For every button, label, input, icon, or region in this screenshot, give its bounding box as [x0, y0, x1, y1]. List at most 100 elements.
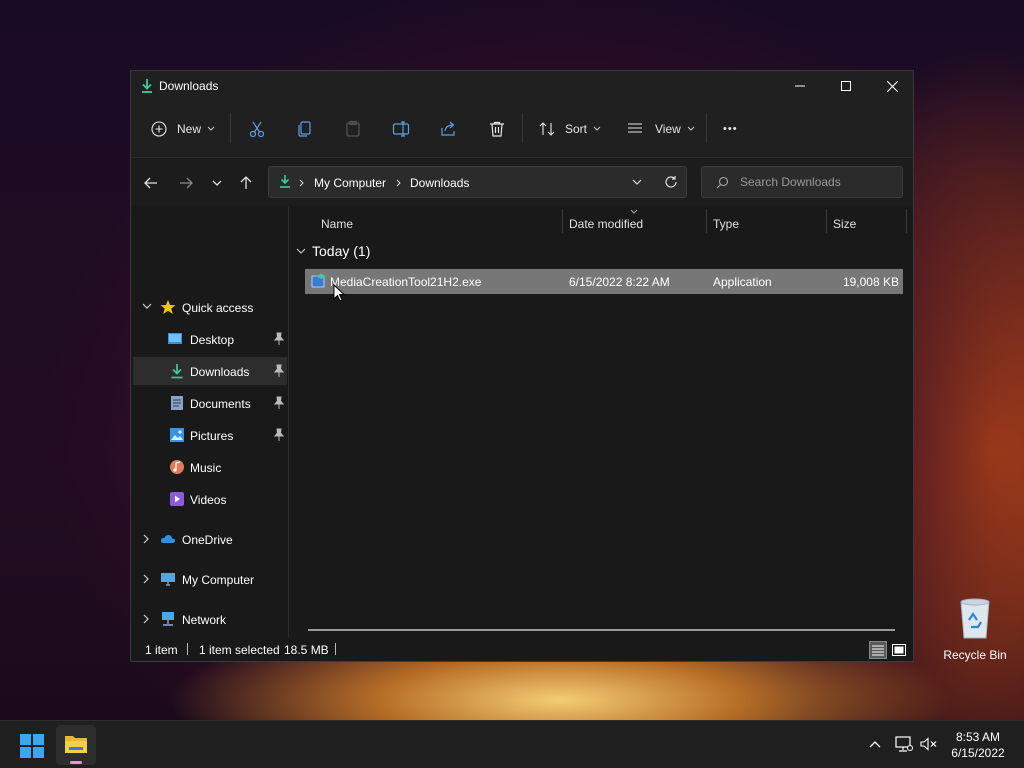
column-header-name[interactable]: Name	[321, 217, 353, 231]
sidebar-item-pictures[interactable]: Pictures	[133, 421, 287, 449]
minimize-button[interactable]	[777, 71, 823, 101]
chevron-down-icon	[687, 126, 695, 131]
sidebar-item-my-computer[interactable]: My Computer	[133, 565, 287, 593]
folder-icon	[65, 736, 87, 753]
recycle-bin-shortcut[interactable]: Recycle Bin	[942, 596, 1008, 662]
search-box[interactable]	[701, 166, 903, 198]
chevron-down-icon[interactable]	[632, 179, 642, 186]
column-divider[interactable]	[906, 209, 907, 233]
sidebar-item-music[interactable]: Music	[133, 453, 287, 481]
close-icon	[886, 80, 898, 92]
maximize-icon	[841, 81, 851, 91]
horizontal-scrollbar[interactable]	[308, 629, 895, 631]
sidebar-item-desktop[interactable]: Desktop	[133, 325, 287, 353]
title-bar[interactable]: Downloads	[131, 71, 913, 101]
sidebar-item-label: Music	[190, 461, 222, 475]
column-header-size[interactable]: Size	[833, 217, 856, 231]
recent-locations-button[interactable]	[205, 172, 229, 194]
cut-button[interactable]	[248, 115, 266, 143]
view-label: View	[655, 122, 681, 136]
active-indicator	[70, 761, 82, 764]
taskbar-file-explorer-button[interactable]	[56, 725, 96, 765]
status-bar: 1 item 1 item selected 18.5 MB	[131, 639, 913, 661]
sidebar-item-network[interactable]: Network	[133, 605, 287, 633]
cloud-icon	[160, 534, 176, 543]
arrow-left-icon	[144, 177, 157, 189]
chevron-right-icon[interactable]	[143, 534, 153, 544]
arrow-up-icon	[240, 176, 252, 189]
column-header-date[interactable]: Date modified	[569, 217, 643, 231]
search-input[interactable]	[740, 174, 895, 190]
more-icon: •••	[723, 123, 738, 135]
breadcrumb-my-computer[interactable]: My Computer	[314, 176, 386, 190]
share-button[interactable]	[440, 115, 458, 143]
file-name[interactable]: MediaCreationTool21H2.exe	[330, 275, 481, 289]
sidebar-item-onedrive[interactable]: OneDrive	[133, 525, 287, 553]
computer-icon	[161, 573, 175, 586]
column-header-type[interactable]: Type	[713, 217, 739, 231]
view-button[interactable]: View	[627, 115, 695, 143]
music-icon	[170, 460, 184, 474]
group-label: Today (1)	[312, 243, 371, 259]
copy-button[interactable]	[296, 115, 314, 143]
pictures-icon	[170, 428, 184, 442]
paste-button[interactable]	[344, 115, 362, 143]
address-bar[interactable]: My Computer Downloads	[268, 166, 687, 198]
chevron-up-icon[interactable]	[869, 740, 881, 748]
recycle-bin-icon	[960, 598, 990, 639]
plus-circle-icon	[151, 121, 167, 137]
breadcrumb-downloads[interactable]: Downloads	[410, 176, 469, 190]
close-button[interactable]	[869, 71, 915, 101]
sort-label: Sort	[565, 122, 588, 136]
pin-icon[interactable]	[273, 396, 285, 410]
sidebar-item-documents[interactable]: Documents	[133, 389, 287, 417]
table-row[interactable]: MediaCreationTool21H2.exe 6/15/2022 8:22…	[305, 269, 903, 294]
sidebar-item-label: My Computer	[182, 573, 255, 587]
file-size: 19,008 KB	[842, 275, 899, 289]
clock-date: 6/15/2022	[951, 746, 1005, 760]
command-bar: New Sort View •••	[131, 101, 913, 158]
chevron-down-icon[interactable]	[142, 303, 152, 313]
download-icon	[171, 364, 183, 379]
volume-muted-icon[interactable]	[920, 737, 938, 751]
pin-icon[interactable]	[273, 364, 285, 378]
pin-icon[interactable]	[273, 332, 285, 346]
arrow-right-icon	[180, 177, 193, 189]
forward-button[interactable]	[174, 172, 198, 194]
chevron-right-icon	[396, 179, 401, 187]
details-view-button[interactable]	[869, 641, 887, 659]
new-button[interactable]: New	[151, 115, 215, 143]
copy-icon	[298, 121, 311, 137]
network-status-icon[interactable]	[895, 736, 913, 752]
chevron-right-icon[interactable]	[143, 574, 153, 584]
window-title: Downloads	[159, 79, 219, 93]
sort-button[interactable]: Sort	[539, 115, 601, 143]
more-options-button[interactable]: •••	[723, 115, 738, 143]
chevron-down-icon	[593, 126, 601, 131]
windows-start-icon[interactable]	[20, 734, 44, 758]
sidebar-item-downloads[interactable]: Downloads	[133, 357, 287, 385]
system-clock[interactable]: 8:53 AM 6/15/2022	[946, 729, 1010, 761]
star-icon	[160, 300, 176, 314]
pin-icon[interactable]	[273, 428, 285, 442]
rename-button[interactable]	[392, 115, 410, 143]
refresh-icon[interactable]	[664, 175, 678, 189]
back-button[interactable]	[139, 172, 163, 194]
network-icon	[162, 612, 174, 626]
sort-icon	[539, 122, 555, 136]
file-date: 6/15/2022 8:22 AM	[569, 275, 670, 289]
column-divider[interactable]	[826, 209, 827, 233]
column-divider[interactable]	[562, 209, 563, 233]
delete-button[interactable]	[488, 115, 506, 143]
sidebar-item-quick-access[interactable]: Quick access	[133, 293, 287, 321]
navigation-bar: My Computer Downloads	[131, 158, 913, 206]
details-view-icon	[872, 645, 884, 655]
sidebar-item-videos[interactable]: Videos	[133, 485, 287, 513]
chevron-right-icon[interactable]	[143, 614, 153, 624]
up-button[interactable]	[234, 172, 258, 194]
download-icon	[142, 79, 152, 93]
maximize-button[interactable]	[823, 71, 869, 101]
tiles-view-button[interactable]	[890, 641, 908, 659]
column-divider[interactable]	[706, 209, 707, 233]
tiles-view-icon	[892, 644, 906, 656]
